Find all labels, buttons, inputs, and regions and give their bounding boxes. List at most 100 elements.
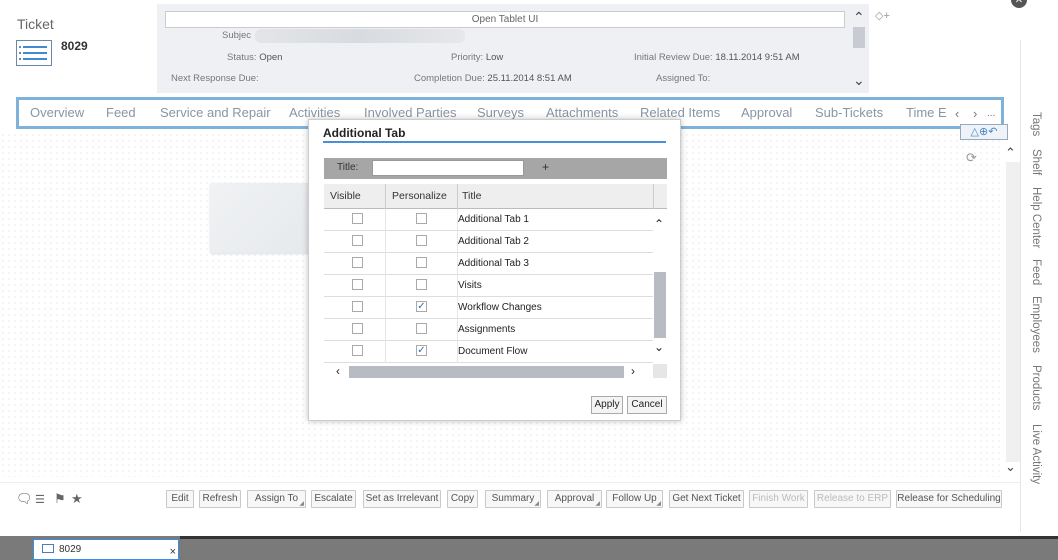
table-row[interactable]: ✓ Workflow Changes — [324, 297, 653, 319]
open-tablet-ui-link[interactable]: Open Tablet UI — [165, 11, 845, 28]
cancel-button[interactable]: Cancel — [627, 396, 667, 414]
visible-checkbox[interactable] — [352, 235, 363, 246]
grid-vertical-thumb[interactable] — [654, 272, 666, 338]
rail-employees[interactable]: Employees — [1030, 296, 1042, 353]
personalize-checkbox[interactable] — [416, 279, 427, 290]
rail-tags[interactable]: Tags — [1030, 112, 1042, 136]
col-title-header[interactable]: Title — [462, 190, 481, 202]
flag-icon[interactable]: ⚑ — [54, 491, 66, 507]
grid-scroll-left-icon[interactable]: ‹ — [336, 364, 340, 378]
personalize-checkbox[interactable] — [416, 235, 427, 246]
header-scroll-down-icon[interactable]: ⌄ — [853, 72, 865, 89]
personalize-checkbox[interactable] — [416, 213, 427, 224]
table-row[interactable]: Visits — [324, 275, 653, 297]
content-card-blurred — [210, 183, 310, 253]
table-row[interactable]: Additional Tab 2 — [324, 231, 653, 253]
rail-feed[interactable]: Feed — [1030, 259, 1042, 285]
copy-button[interactable]: Copy — [447, 490, 478, 508]
visible-checkbox[interactable] — [352, 301, 363, 312]
tab-approval[interactable]: Approval — [741, 105, 792, 120]
follow-up-button[interactable]: Follow Up ◢ — [606, 490, 663, 508]
personalize-checkbox[interactable] — [416, 257, 427, 268]
visible-checkbox[interactable] — [352, 257, 363, 268]
apply-button[interactable]: Apply — [591, 396, 623, 414]
release-for-scheduling-button[interactable]: Release for Scheduling — [896, 490, 1002, 508]
table-row[interactable]: Assignments — [324, 319, 653, 341]
rss-icon[interactable]: ☰ — [35, 493, 45, 506]
grid-horizontal-thumb[interactable] — [349, 366, 624, 378]
finish-work-button[interactable]: Finish Work — [749, 490, 808, 508]
table-row[interactable]: ✓ Document Flow — [324, 341, 653, 363]
refresh-icon[interactable]: ⟳ — [966, 150, 977, 166]
add-tab-button[interactable]: + — [542, 160, 549, 174]
main-scroll-up-icon[interactable]: ⌃ — [1005, 145, 1016, 161]
comment-icon[interactable]: 🗨︎ — [16, 491, 33, 507]
visible-checkbox[interactable] — [352, 323, 363, 334]
personalize-toolbar-icon[interactable]: △⊕↶ — [960, 124, 1008, 140]
tab-overflow-icon[interactable]: ... — [987, 108, 995, 119]
assigned-to-field: Assigned To: — [656, 73, 711, 84]
table-row[interactable]: Additional Tab 1 — [324, 209, 653, 231]
tab-overview[interactable]: Overview — [30, 105, 84, 120]
initial-review-field: Initial Review Due: 18.11.2014 9:51 AM — [634, 52, 800, 63]
header-scroll-up-icon[interactable]: ⌃ — [853, 9, 865, 26]
personalize-checkbox[interactable] — [416, 323, 427, 334]
escalate-button[interactable]: Escalate — [311, 490, 356, 508]
main-scroll-down-icon[interactable]: ⌄ — [1005, 459, 1016, 475]
subject-value-redacted — [255, 29, 465, 43]
personalize-checkbox-checked[interactable]: ✓ — [416, 301, 427, 312]
tab-related-items[interactable]: Related Items — [640, 105, 720, 120]
tab-feed[interactable]: Feed — [106, 105, 136, 120]
tab-service-and-repair[interactable]: Service and Repair — [160, 105, 271, 120]
taskbar-edge — [180, 536, 1058, 539]
title-input[interactable] — [372, 160, 524, 176]
grid-scroll-up-icon[interactable]: ⌃ — [654, 217, 664, 231]
tab-time-entries[interactable]: Time E — [906, 105, 947, 120]
rail-shelf[interactable]: Shelf — [1030, 149, 1042, 175]
table-row[interactable]: Additional Tab 3 — [324, 253, 653, 275]
tab-next-icon[interactable]: › — [973, 106, 977, 121]
grid-header: Visible Personalize Title — [324, 184, 667, 209]
tab-attachments[interactable]: Attachments — [546, 105, 618, 120]
visible-checkbox[interactable] — [352, 279, 363, 290]
assign-to-button[interactable]: Assign To ◢ — [247, 490, 306, 508]
title-field-label: Title: — [337, 162, 359, 173]
approval-button[interactable]: Approval ◢ — [547, 490, 602, 508]
refresh-button[interactable]: Refresh — [199, 490, 241, 508]
tab-sub-tickets[interactable]: Sub-Tickets — [815, 105, 883, 120]
set-as-irrelevant-button[interactable]: Set as Irrelevant — [363, 490, 441, 508]
col-personalize-header[interactable]: Personalize — [392, 190, 447, 202]
tab-surveys[interactable]: Surveys — [477, 105, 524, 120]
visible-checkbox[interactable] — [352, 213, 363, 224]
col-visible-header[interactable]: Visible — [330, 190, 361, 202]
personalize-checkbox-checked[interactable]: ✓ — [416, 345, 427, 356]
get-next-ticket-button[interactable]: Get Next Ticket — [669, 490, 744, 508]
status-field: Status: Open — [227, 52, 283, 63]
grid-scroll-right-icon[interactable]: › — [631, 364, 635, 378]
additional-tab-dialog: Additional Tab Title: + Visible Personal… — [308, 119, 681, 421]
ticket-number: 8029 — [61, 39, 88, 53]
taskbar-close-icon[interactable]: × — [170, 543, 176, 560]
tag-add-icon[interactable]: ◇+ — [875, 9, 890, 22]
star-icon[interactable]: ★ — [71, 491, 83, 507]
release-to-erp-button[interactable]: Release to ERP — [814, 490, 891, 508]
priority-field: Priority: Low — [451, 52, 504, 63]
grid-scroll-corner — [653, 364, 667, 378]
summary-button[interactable]: Summary ◢ — [485, 490, 541, 508]
edit-button[interactable]: Edit — [166, 490, 194, 508]
main-scrollbar[interactable] — [1006, 162, 1020, 462]
row-title: Visits — [458, 280, 482, 291]
tab-involved-parties[interactable]: Involved Parties — [364, 105, 457, 120]
row-title: Additional Tab 2 — [458, 236, 529, 247]
dialog-title-underline — [323, 141, 666, 143]
rail-live-activity[interactable]: Live Activity — [1030, 424, 1042, 484]
visible-checkbox[interactable] — [352, 345, 363, 356]
tab-activities[interactable]: Activities — [289, 105, 340, 120]
taskbar-item-ticket[interactable]: 8029 × — [33, 539, 179, 560]
tab-prev-icon[interactable]: ‹ — [955, 106, 959, 121]
header-scrollbar[interactable] — [853, 27, 865, 48]
rail-products[interactable]: Products — [1030, 365, 1042, 410]
rail-help-center[interactable]: Help Center — [1030, 187, 1042, 248]
row-title: Assignments — [458, 324, 516, 335]
grid-scroll-down-icon[interactable]: ⌄ — [654, 340, 664, 354]
